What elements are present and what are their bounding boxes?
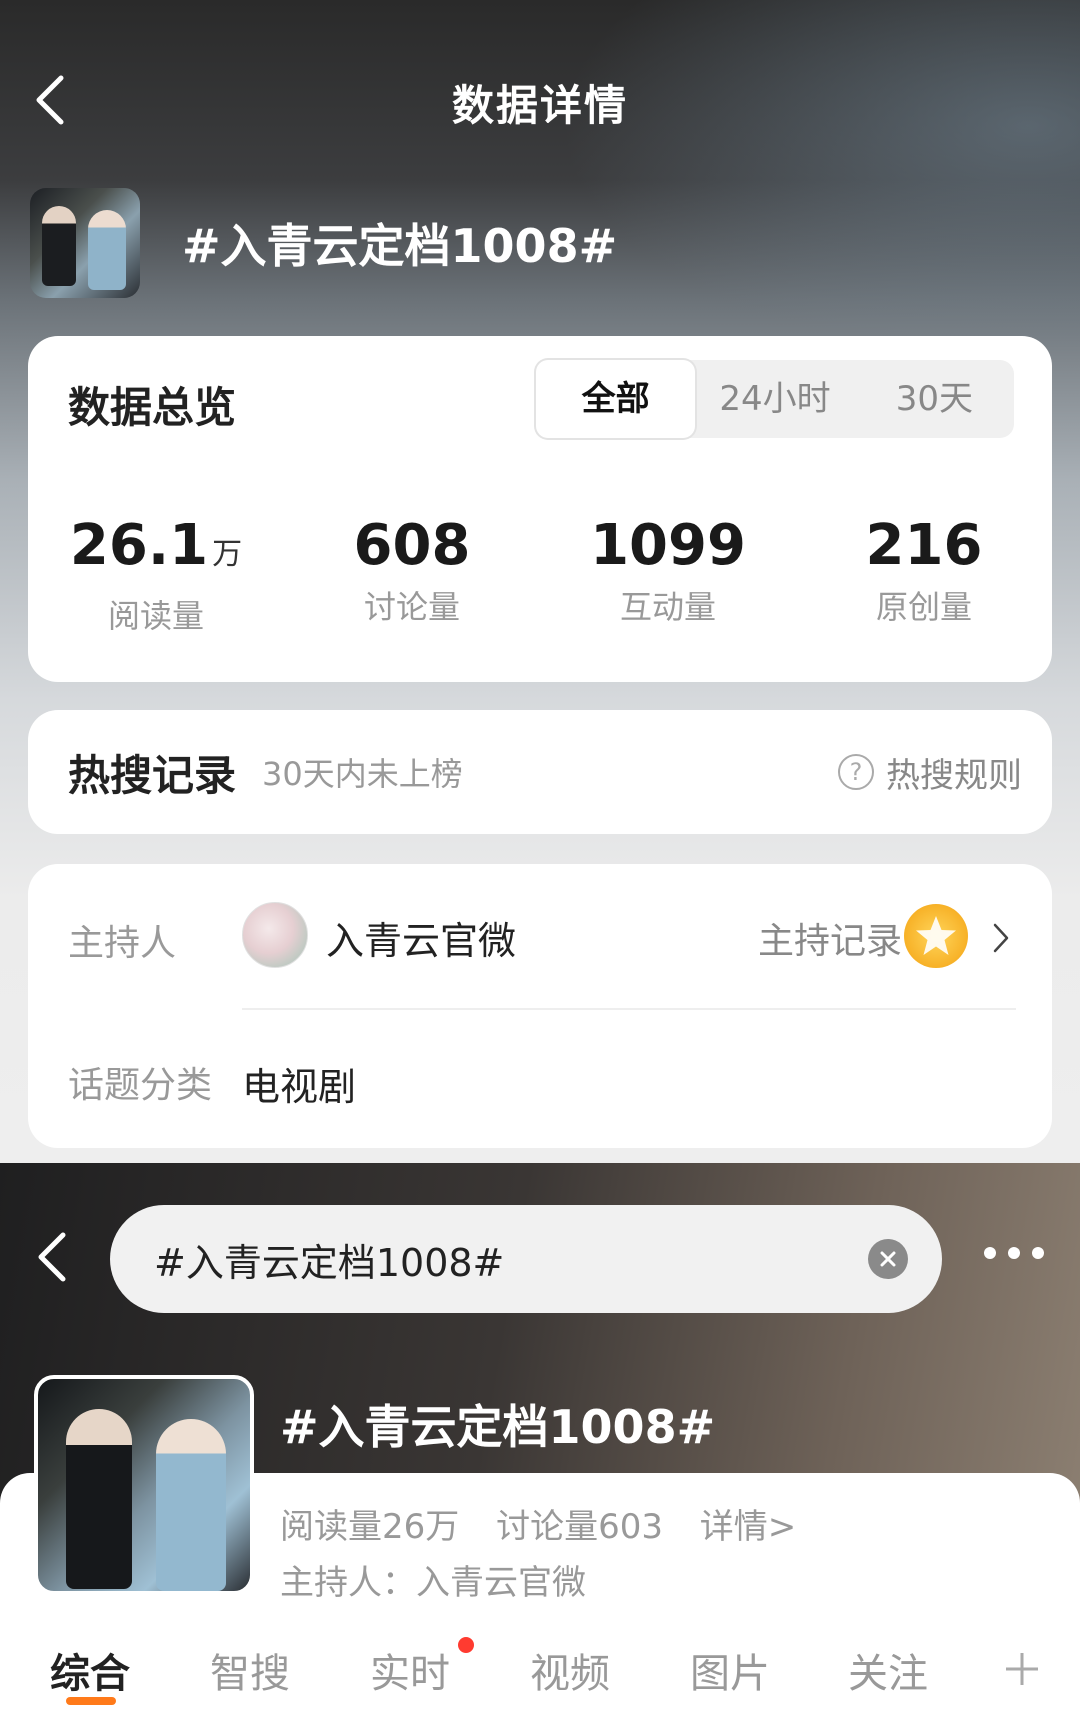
- tab-images[interactable]: 图片: [690, 1641, 770, 1699]
- topic-info-card: 主持人 入青云官微 主持记录 话题分类 电视剧: [28, 864, 1052, 1148]
- stat-label: 互动量: [619, 588, 716, 626]
- star-icon: [916, 916, 956, 955]
- stat-reads: 26.1 万 阅读量: [28, 514, 284, 637]
- stat-value: 608: [353, 513, 471, 578]
- content-tabs: 综合 智搜 实时 视频 图片 关注: [0, 1633, 1080, 1705]
- data-overview-card: 数据总览 全部 24小时 30天 26.1 万 阅读量 608 讨论量 1099 …: [28, 336, 1052, 682]
- category-label: 话题分类: [68, 1065, 213, 1106]
- chevron-right-icon: [993, 923, 1009, 953]
- stats-row: 26.1 万 阅读量 608 讨论量 1099 互动量 216 原创量: [28, 514, 1052, 637]
- time-range-segmented-control: 全部 24小时 30天: [536, 360, 1014, 438]
- stat-label: 阅读量: [107, 597, 204, 635]
- dot: [1032, 1247, 1044, 1259]
- host-record-link[interactable]: 主持记录: [758, 912, 902, 964]
- notification-dot: [458, 1637, 474, 1653]
- more-dots-icon[interactable]: [984, 1247, 1044, 1259]
- cover-figure: [156, 1419, 226, 1591]
- topic-cover-image: [30, 188, 140, 298]
- tab-comprehensive[interactable]: 综合: [50, 1641, 130, 1699]
- hot-search-card: 热搜记录 30天内未上榜 ? 热搜规则: [28, 710, 1052, 834]
- data-detail-screen: 数据详情 #入青云定档1008# 数据总览 全部 24小时 30天 26.1 万 …: [0, 0, 1080, 1163]
- topic-title: #入青云定档1008#: [280, 1400, 716, 1454]
- hot-search-title: 热搜记录: [68, 750, 237, 800]
- topic-title: #入青云定档1008#: [182, 219, 618, 273]
- tab-24h[interactable]: 24小时: [695, 360, 854, 438]
- host-record-chevron[interactable]: [992, 922, 1010, 958]
- topic-cover-image[interactable]: [34, 1375, 254, 1595]
- divider: [242, 1008, 1016, 1010]
- hot-search-status: 30天内未上榜: [262, 755, 463, 793]
- back-button[interactable]: [30, 1227, 74, 1287]
- stat-discussions: 608 讨论量: [284, 514, 540, 637]
- hot-search-rules-link[interactable]: ? 热搜规则: [838, 710, 1022, 834]
- overview-title: 数据总览: [68, 383, 237, 432]
- stat-unit: 万: [212, 537, 243, 572]
- search-input[interactable]: #入青云定档1008#: [110, 1205, 942, 1313]
- stat-label: 讨论量: [363, 588, 460, 626]
- search-query-text: #入青云定档1008#: [154, 1240, 505, 1285]
- tab-realtime[interactable]: 实时: [370, 1641, 450, 1699]
- stat-value: 1099: [590, 513, 746, 578]
- clear-search-button[interactable]: [868, 1239, 908, 1279]
- cover-figure: [66, 1409, 132, 1589]
- active-tab-indicator: [66, 1697, 116, 1705]
- host-line: 主持人：入青云官微: [280, 1563, 586, 1603]
- dot: [984, 1247, 996, 1259]
- reads-count: 阅读量26万: [280, 1507, 460, 1547]
- stat-label: 原创量: [875, 588, 972, 626]
- hot-search-rules-label: 热搜规则: [886, 755, 1022, 796]
- tab-video[interactable]: 视频: [530, 1641, 610, 1699]
- back-chevron-icon: [38, 1232, 66, 1282]
- clear-x-icon: [880, 1251, 896, 1267]
- tab-30d[interactable]: 30天: [855, 360, 1014, 438]
- dot: [1008, 1247, 1020, 1259]
- add-tab-button[interactable]: [1004, 1651, 1040, 1691]
- host-name[interactable]: 入青云官微: [326, 910, 516, 965]
- topic-header: #入青云定档1008#: [30, 188, 617, 298]
- discussions-count: 讨论量603: [496, 1507, 663, 1547]
- details-link[interactable]: 详情>: [700, 1507, 797, 1547]
- stat-original: 216 原创量: [796, 514, 1052, 637]
- stat-value: 26.1: [69, 513, 209, 578]
- stat-value: 216: [865, 513, 983, 578]
- tab-all[interactable]: 全部: [536, 360, 696, 438]
- tab-following[interactable]: 关注: [848, 1641, 928, 1699]
- topic-search-screen: #入青云定档1008# #入青云定档1008# 阅读量26万 讨论量603 详情…: [0, 1163, 1080, 1710]
- topic-metrics: 阅读量26万 讨论量603 详情>: [280, 1499, 822, 1548]
- tab-smart-search[interactable]: 智搜: [210, 1641, 290, 1699]
- question-circle-icon: ?: [838, 754, 874, 790]
- category-value: 电视剧: [242, 1065, 357, 1109]
- plus-icon: [1006, 1653, 1038, 1685]
- host-label: 主持人: [68, 923, 177, 964]
- host-avatar[interactable]: [242, 902, 308, 968]
- page-title: 数据详情: [451, 81, 628, 130]
- star-badge-icon[interactable]: [904, 904, 968, 968]
- stat-interactions: 1099 互动量: [540, 514, 796, 637]
